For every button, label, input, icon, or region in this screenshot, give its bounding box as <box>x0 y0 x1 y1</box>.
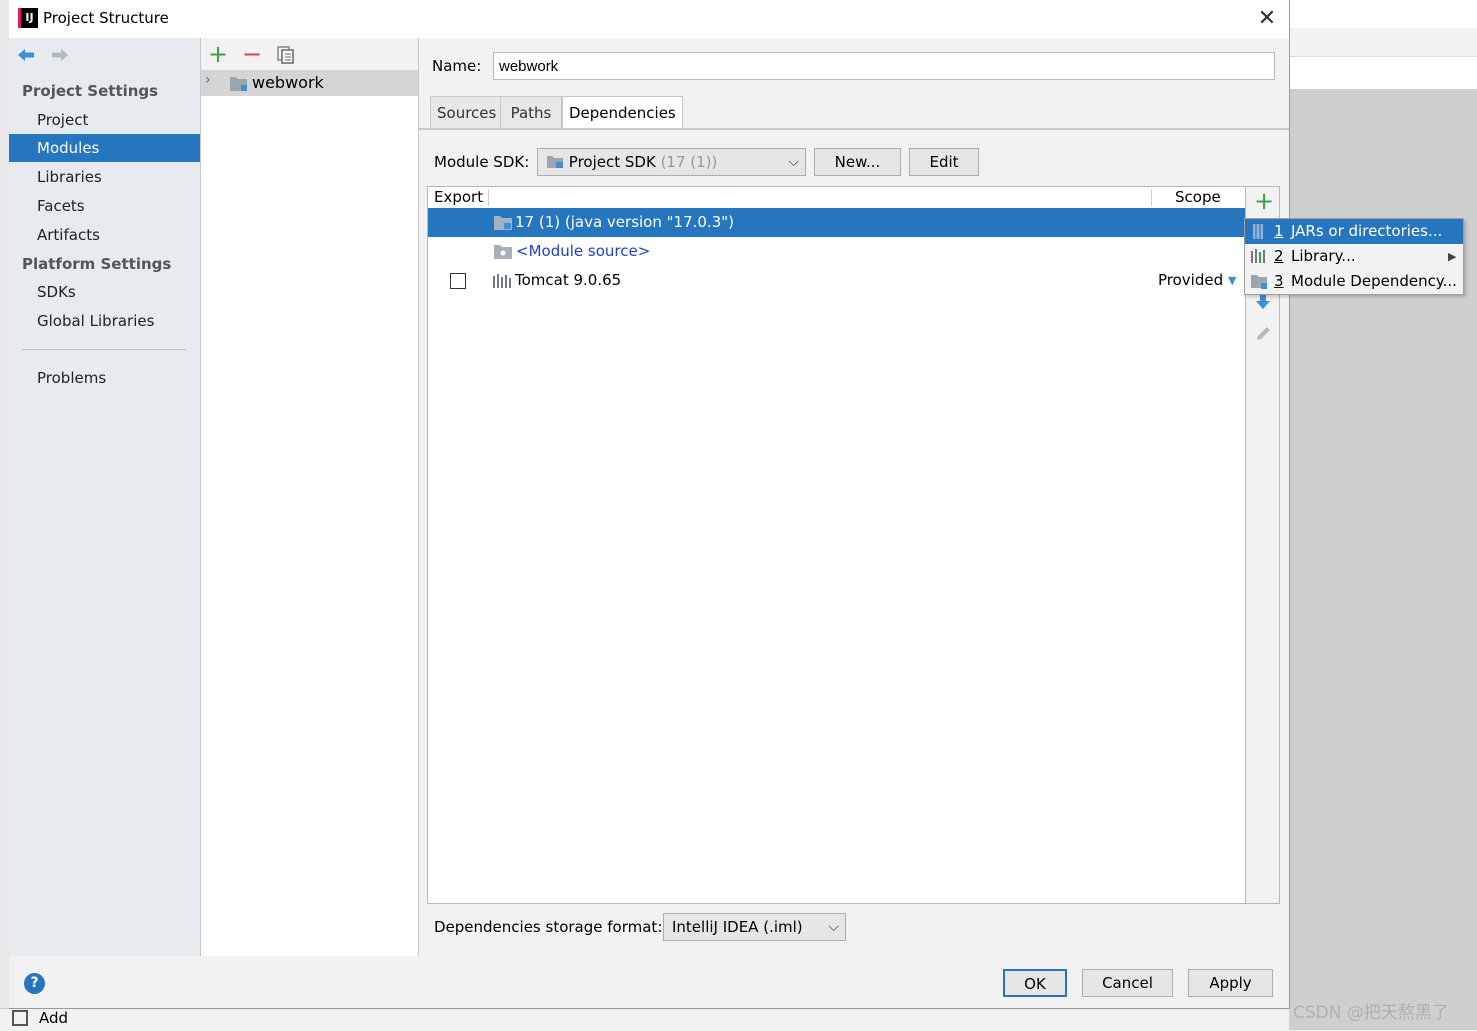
chevron-right-icon[interactable]: › <box>205 72 211 88</box>
menu-item-number: 2 <box>1274 247 1284 265</box>
background-left-edge <box>0 0 9 1030</box>
modules-tree-toolbar <box>201 38 418 70</box>
cancel-button[interactable]: Cancel <box>1082 969 1173 997</box>
intellij-logo-icon: IJ <box>18 8 38 28</box>
module-sdk-dropdown[interactable]: Project SDK (17 (1)) ⌵ <box>537 148 806 176</box>
sidebar-item-libraries[interactable]: Libraries <box>9 163 200 191</box>
chevron-down-icon: ⌵ <box>828 919 839 935</box>
sidebar-divider <box>22 349 186 350</box>
close-icon[interactable]: ✕ <box>1254 6 1280 32</box>
module-sdk-label: Module SDK: <box>434 153 530 171</box>
modules-tree-panel <box>201 38 419 956</box>
dependency-name: <Module source> <box>516 242 651 260</box>
watermark: CSDN @把天熬黑了 <box>1293 1003 1449 1023</box>
menu-item-label: JARs or directories... <box>1291 222 1443 240</box>
title-bar <box>9 0 1289 38</box>
export-checkbox[interactable] <box>450 273 466 289</box>
sdk-version: (17 (1)) <box>660 153 718 171</box>
menu-item-label: Module Dependency... <box>1291 272 1457 290</box>
add-dependency-icon[interactable]: + <box>1252 188 1276 214</box>
library-icon <box>493 274 511 288</box>
dependency-name: Tomcat 9.0.65 <box>515 271 622 289</box>
copy-icon[interactable] <box>276 45 296 65</box>
jar-icon <box>1253 224 1263 239</box>
menu-item-number: 1 <box>1274 222 1284 240</box>
menu-item-label: Library... <box>1291 247 1356 265</box>
module-name-label: webwork <box>252 73 324 92</box>
add-label[interactable]: Add <box>39 1009 68 1027</box>
sidebar-item-problems[interactable]: Problems <box>9 364 200 392</box>
table-row[interactable]: 17 (1) (java version "17.0.3") <box>428 208 1245 237</box>
sdk-folder-icon <box>547 156 563 168</box>
chevron-down-icon: ⌵ <box>788 154 799 170</box>
storage-format-value: IntelliJ IDEA (.iml) <box>672 918 803 936</box>
sidebar-item-artifacts[interactable]: Artifacts <box>9 221 200 249</box>
storage-format-dropdown[interactable]: IntelliJ IDEA (.iml) ⌵ <box>663 913 846 941</box>
table-row[interactable]: <Module source> <box>428 237 1245 266</box>
menu-item-module-dependency[interactable]: 3 Module Dependency... <box>1245 269 1463 294</box>
ok-button[interactable]: OK <box>1003 969 1067 997</box>
new-sdk-button[interactable]: New... <box>814 148 901 176</box>
column-separator <box>488 189 489 206</box>
platform-settings-header: Platform Settings <box>22 255 172 273</box>
column-export[interactable]: Export <box>434 187 483 208</box>
back-arrow-icon[interactable] <box>16 46 36 64</box>
column-scope[interactable]: Scope <box>1175 187 1221 208</box>
sdk-value: Project SDK <box>568 153 656 171</box>
background-bottom-bar: Add <box>0 1008 1289 1031</box>
help-icon[interactable]: ? <box>24 973 45 994</box>
remove-module-icon[interactable]: − <box>242 40 262 68</box>
module-folder-icon <box>1251 275 1267 289</box>
menu-item-library[interactable]: 2 Library... ▶ <box>1245 244 1463 269</box>
scope-dropdown-icon[interactable]: ▼ <box>1228 266 1236 295</box>
menu-item-jars-or-directories[interactable]: 1 JARs or directories... <box>1245 219 1463 244</box>
source-folder-icon <box>494 245 512 259</box>
storage-format-label: Dependencies storage format: <box>434 918 663 936</box>
table-header <box>428 187 1245 209</box>
tab-underline <box>419 128 1289 130</box>
project-settings-header: Project Settings <box>22 82 159 100</box>
window-title: Project Structure <box>43 9 169 27</box>
sidebar-item-global-libraries[interactable]: Global Libraries <box>9 307 200 335</box>
submenu-arrow-icon: ▶ <box>1448 250 1457 263</box>
apply-button[interactable]: Apply <box>1188 969 1273 997</box>
column-separator <box>1151 189 1152 206</box>
sidebar-item-sdks[interactable]: SDKs <box>9 278 200 306</box>
background-toolbar <box>1289 28 1477 57</box>
edit-icon[interactable] <box>1255 324 1271 342</box>
scope-value[interactable]: Provided <box>1158 266 1223 295</box>
table-row[interactable]: Tomcat 9.0.65 Provided ▼ <box>428 266 1245 295</box>
tab-paths[interactable]: Paths <box>500 96 562 128</box>
edit-sdk-button[interactable]: Edit <box>909 148 979 176</box>
module-folder-icon <box>230 77 247 91</box>
menu-item-number: 3 <box>1274 272 1284 290</box>
film-icon <box>12 1010 28 1026</box>
library-icon <box>1251 249 1265 263</box>
module-name-field[interactable] <box>493 52 1275 80</box>
name-label: Name: <box>432 57 482 75</box>
sidebar-item-project[interactable]: Project <box>9 106 200 134</box>
tab-dependencies[interactable]: Dependencies <box>562 96 683 130</box>
sidebar-item-modules[interactable]: Modules <box>9 134 200 162</box>
add-module-icon[interactable]: + <box>208 40 228 68</box>
tab-sources[interactable]: Sources <box>430 96 504 128</box>
dependency-name: 17 (1) (java version "17.0.3") <box>515 213 734 231</box>
forward-arrow-icon <box>52 49 68 61</box>
sidebar-item-facets[interactable]: Facets <box>9 192 200 220</box>
sdk-folder-icon <box>494 216 512 230</box>
